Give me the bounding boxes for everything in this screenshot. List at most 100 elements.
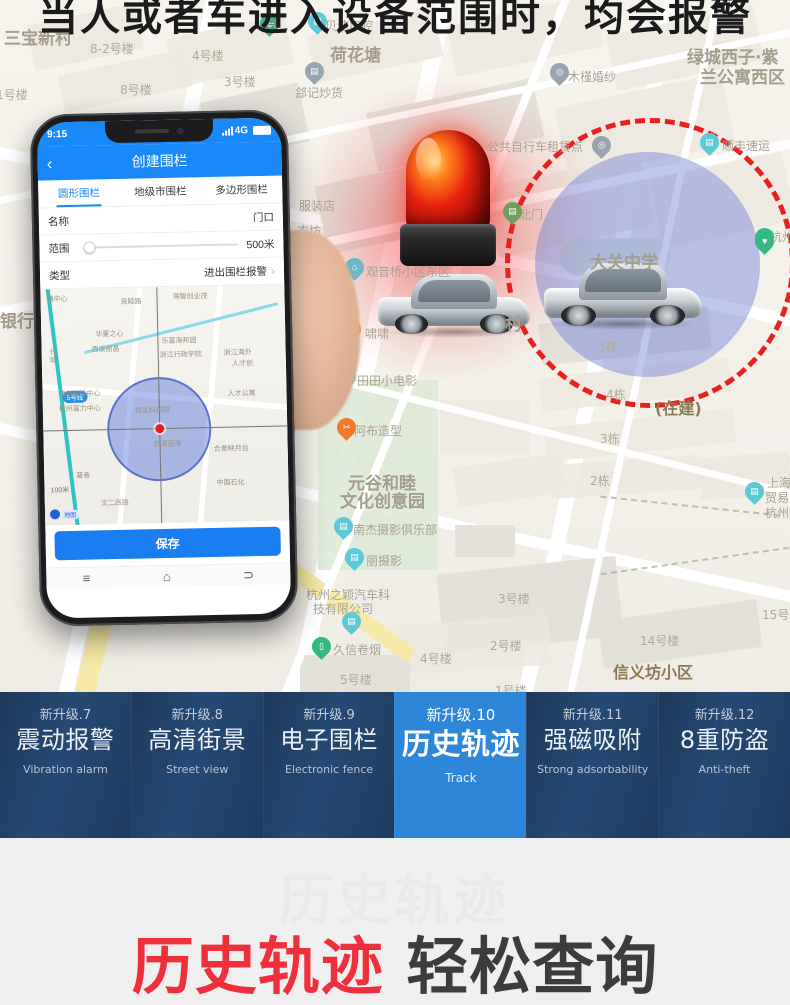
- earpiece-speaker: [134, 128, 169, 134]
- slider-knob[interactable]: [83, 241, 96, 254]
- feature-tile-index: 新升级.11: [562, 708, 623, 723]
- minimap-label: 海智创业茂: [172, 293, 208, 301]
- feature-tile-subtitle: Anti-theft: [698, 763, 751, 777]
- feature-tile-title: 高清街景: [148, 726, 247, 754]
- minimap-label: 通中心: [46, 296, 68, 304]
- bottom-title-dark: 轻松查询: [406, 930, 659, 1003]
- minimap-label: 浙江海外: [223, 349, 252, 357]
- name-label: 名称: [47, 215, 70, 228]
- map-label: 4号楼: [192, 49, 224, 63]
- tab-3[interactable]: 多边形围栏: [201, 175, 283, 204]
- map-label: 北门: [519, 208, 544, 222]
- map-label: 大关中学: [590, 253, 658, 273]
- feature-tile-1[interactable]: 新升级.7 震动报警 Vibration alarm: [0, 692, 131, 838]
- tab-1[interactable]: 圆形围栏: [38, 179, 120, 208]
- map-label: 信义坊小区: [613, 663, 694, 682]
- map-pin-icon[interactable]: ▤: [741, 478, 768, 507]
- slider-track: [83, 243, 239, 249]
- map-label: 丽摄影: [366, 554, 403, 568]
- map-label: 久信卷烟: [333, 643, 382, 657]
- map-label: 公共自行车租赁点: [487, 140, 584, 154]
- map-label: 杭州: [765, 506, 790, 520]
- feature-tile-index: 新升级.7: [39, 708, 92, 723]
- map-label: 3栋: [600, 432, 620, 446]
- home-icon[interactable]: ⌂: [163, 569, 171, 584]
- map-label: 5号楼: [340, 673, 372, 687]
- map-label: 14号楼: [640, 634, 680, 648]
- map-label: 8号楼: [120, 83, 152, 97]
- map-label: 南杰摄影俱乐部: [353, 523, 438, 537]
- map-label: 田田小电影: [357, 374, 418, 388]
- network-type-label: 4G: [234, 124, 249, 136]
- map-label: 5栋: [598, 340, 618, 354]
- save-button[interactable]: 保存: [54, 526, 281, 561]
- type-value-label: 进出围栏报警: [203, 265, 268, 279]
- map-label: 顺丰速运: [722, 139, 771, 153]
- minimap-label: 良睦路: [120, 298, 142, 306]
- status-indicators: 4G: [221, 124, 272, 136]
- bottom-title-red: 历史轨迹: [131, 930, 384, 1003]
- feature-tile-4[interactable]: 新升级.10 历史轨迹 Track: [394, 692, 527, 855]
- signal-bars-icon: [221, 126, 233, 136]
- minimap-label: 海创科技中心: [58, 390, 101, 399]
- map-label: 观音桥小区东区: [366, 265, 451, 279]
- map-pin-icon[interactable]: ▯: [308, 633, 335, 662]
- map-label: 兰公寓西区: [700, 68, 785, 88]
- minimap-label: 合景映月台: [213, 445, 249, 453]
- map-pin-icon[interactable]: ▤: [499, 198, 526, 227]
- back-icon[interactable]: ‹: [46, 154, 52, 173]
- menu-icon[interactable]: ≡: [82, 571, 90, 586]
- feature-tile-title: 历史轨迹: [401, 727, 520, 761]
- tab-2[interactable]: 地级市围栏: [119, 177, 201, 206]
- fence-minimap[interactable]: 5号线 通中心 海智创业茂 良睦路 华夏之心 乐富海邦园 西溪丽晶 浙江行政学院 浙江海外 人才…: [40, 284, 290, 526]
- map-label: 文化创意园: [340, 492, 425, 512]
- feature-tile-title: 震动报警: [16, 726, 115, 754]
- map-label: 荷花塘: [330, 46, 381, 66]
- map-pin-icon[interactable]: ▤: [696, 129, 723, 158]
- range-label: 范围: [48, 242, 70, 255]
- map-label: 服装店: [299, 199, 336, 213]
- map-label: 15号: [762, 608, 790, 622]
- battery-icon: [252, 125, 272, 135]
- front-camera: [176, 127, 184, 135]
- beacon-base: [400, 224, 496, 266]
- feature-tile-3[interactable]: 新升级.9 电子围栏 Electronic fence: [262, 692, 395, 838]
- type-value[interactable]: 进出围栏报警 ›: [204, 263, 275, 279]
- map-pin-icon[interactable]: ♥: [751, 228, 778, 257]
- feature-tile-index: 新升级.10: [426, 706, 496, 724]
- feature-tile-strip[interactable]: 新升级.7 震动报警 Vibration alarm 新升级.8 高清街景 Street …: [0, 692, 790, 855]
- feature-tile-index: 新升级.9: [303, 708, 355, 723]
- map-pin-icon[interactable]: ◎: [546, 59, 573, 88]
- back-nav-icon[interactable]: ⊃: [243, 567, 254, 583]
- minimap-label: 华夏之心: [95, 330, 124, 339]
- range-slider[interactable]: [83, 238, 239, 254]
- map-block: [455, 525, 515, 557]
- map-pin-icon[interactable]: ▤: [341, 544, 368, 573]
- minimap-label: 乐富海邦园: [161, 337, 197, 346]
- save-button-container: 保存: [45, 520, 291, 568]
- feature-tile-2[interactable]: 新升级.8 高清街景 Street view: [130, 692, 263, 838]
- map-label: 4号楼: [420, 652, 452, 666]
- map-pin-icon[interactable]: ▤: [338, 608, 365, 637]
- beacon-dome: [406, 130, 490, 230]
- feature-tile-title: 电子围栏: [280, 726, 379, 754]
- alarm-beacon-icon: [400, 130, 496, 270]
- name-input[interactable]: 门口: [253, 209, 274, 224]
- feature-tile-subtitle: Electronic fence: [284, 763, 374, 777]
- map-logo-text: 地图: [61, 509, 79, 519]
- android-nav-bar[interactable]: ≡ ⌂ ⊃: [46, 562, 291, 590]
- feature-tile-6[interactable]: 新升级.12 8重防盗 Anti-theft: [658, 692, 790, 838]
- map-pin-icon[interactable]: ◎: [588, 132, 615, 161]
- phone-screen: 9:15 4G ‹ 创建围栏 圆形围栏 地级市围栏 多边形围栏 名称 门口 范围…: [36, 117, 292, 619]
- map-pin-icon[interactable]: ▤: [301, 58, 328, 87]
- map-logo-mark: [49, 509, 61, 520]
- feature-tile-5[interactable]: 新升级.11 强磁吸附 Strong adsorbability: [526, 692, 659, 838]
- feature-tile-subtitle: Strong adsorbability: [537, 763, 649, 777]
- status-time: 9:15: [46, 128, 68, 140]
- minimap-label: 西溪丽晶: [91, 345, 120, 354]
- map-label: 4栋: [606, 388, 626, 402]
- map-label: (在建): [655, 399, 702, 418]
- map-label: 1号楼: [495, 684, 527, 692]
- minimap-label: 葛巷: [76, 472, 91, 480]
- bottom-title-section: 历史轨迹 历史轨迹 轻松查询: [0, 838, 790, 1005]
